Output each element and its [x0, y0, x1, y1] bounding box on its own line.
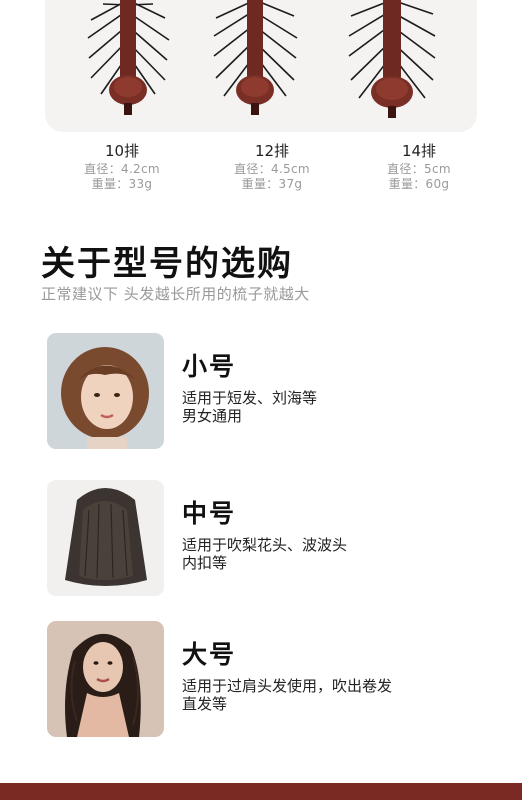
model-description: 适用于过肩头发使用，吹出卷发 直发等 [182, 677, 482, 713]
model-description-line: 适用于短发、刘海等 [182, 389, 318, 407]
model-description-line: 直发等 [182, 695, 228, 713]
brush-14-rows-image [347, 0, 437, 125]
model-card-large: 大号 适用于过肩头发使用，吹出卷发 直发等 [47, 621, 487, 737]
brush-spec-12-rows: 12排 直径：4.5cm 重量：37g [202, 140, 342, 192]
model-card-medium: 中号 适用于吹梨花头、波波头 内扣等 [47, 480, 487, 596]
model-name: 中号 [182, 499, 237, 528]
model-description: 适用于吹梨花头、波波头 内扣等 [182, 536, 482, 572]
brush-rows-label: 14排 [401, 142, 437, 160]
long-hair-photo-icon [47, 621, 164, 737]
model-card-small: 小号 适用于短发、刘海等 男女通用 [47, 333, 487, 449]
model-description-line: 内扣等 [182, 554, 228, 572]
brush-weight: 重量：37g [241, 177, 303, 191]
short-hair-photo-icon [47, 333, 164, 449]
brush-diameter: 直径：4.5cm [234, 162, 310, 176]
model-name: 大号 [182, 640, 237, 669]
section-title: 关于型号的选购 [41, 244, 293, 284]
brush-diameter: 直径：4.2cm [84, 162, 160, 176]
brush-spec-10-rows: 10排 直径：4.2cm 重量：33g [52, 140, 192, 192]
footer-bar [0, 783, 522, 800]
section-subtitle: 正常建议下 头发越长所用的梳子就越大 [41, 285, 310, 303]
model-description: 适用于短发、刘海等 男女通用 [182, 389, 482, 425]
brush-weight: 重量：60g [388, 177, 450, 191]
brush-rows-label: 12排 [254, 142, 290, 160]
model-description-line: 适用于过肩头发使用，吹出卷发 [182, 677, 393, 695]
brush-weight: 重量：33g [91, 177, 153, 191]
brush-diameter: 直径：5cm [387, 162, 451, 176]
brush-photo-strip [45, 0, 477, 132]
brush-10-rows-image [83, 0, 173, 125]
medium-hair-photo-icon [47, 480, 164, 596]
model-description-line: 男女通用 [182, 407, 243, 425]
brush-spec-14-rows: 14排 直径：5cm 重量：60g [349, 140, 489, 192]
brush-rows-label: 10排 [104, 142, 140, 160]
brush-12-rows-image [210, 0, 300, 125]
model-name: 小号 [182, 352, 237, 381]
model-description-line: 适用于吹梨花头、波波头 [182, 536, 348, 554]
